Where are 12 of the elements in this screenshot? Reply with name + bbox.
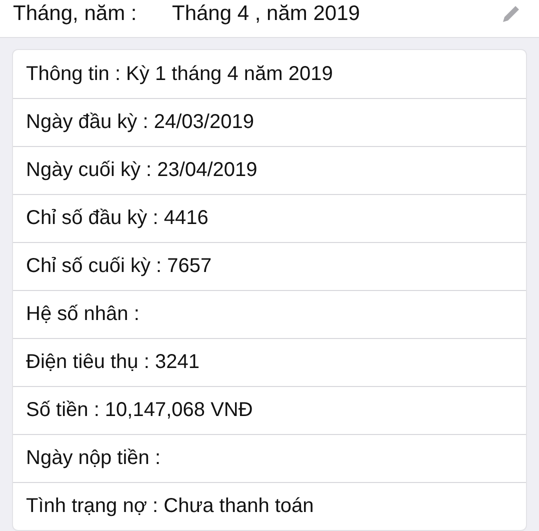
info-row: Điện tiêu thụ : 3241 — [13, 338, 526, 386]
info-row: Ngày nộp tiền : — [13, 434, 526, 482]
period-label: Tháng, năm : — [13, 2, 138, 26]
info-row: Hệ số nhân : — [13, 290, 526, 338]
info-row: Chỉ số đầu kỳ : 4416 — [13, 194, 526, 242]
info-row: Tình trạng nợ : Chưa thanh toán — [13, 482, 526, 530]
info-row-text: Thông tin : Kỳ 1 tháng 4 năm 2019 — [25, 62, 334, 86]
info-row: Ngày cuối kỳ : 23/04/2019 — [13, 146, 526, 194]
period-value: Tháng 4 , năm 2019 — [172, 2, 361, 26]
info-row: Ngày đầu kỳ : 24/03/2019 — [13, 98, 526, 146]
info-row: Số tiền : 10,147,068 VNĐ — [13, 386, 526, 434]
info-row: Chỉ số cuối kỳ : 7657 — [13, 242, 526, 290]
